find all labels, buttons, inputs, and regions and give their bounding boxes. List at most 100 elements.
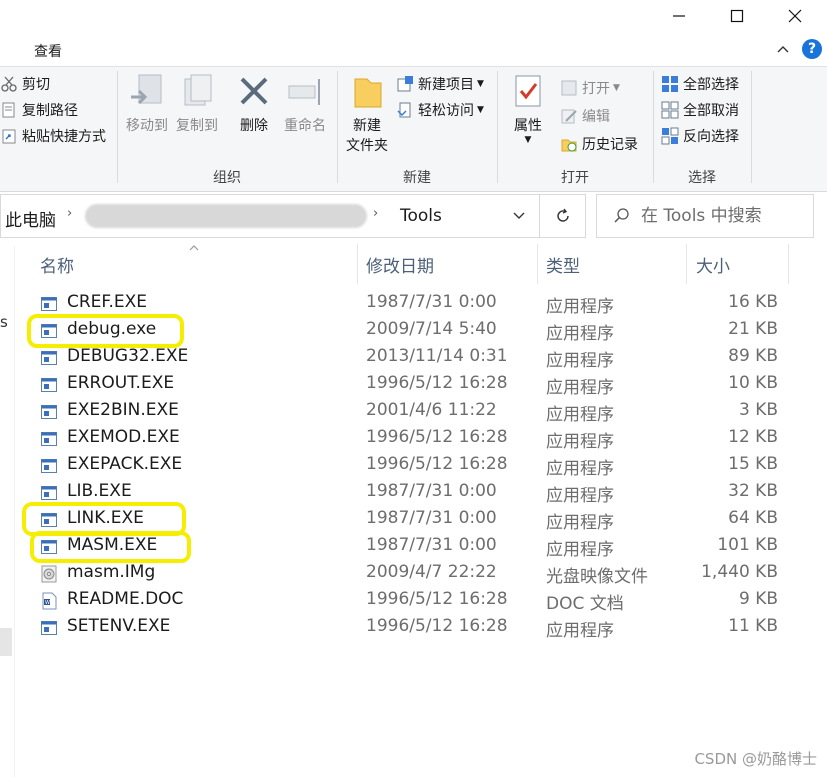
file-name: LIB.EXE: [67, 481, 132, 501]
group-label-organize: 组织: [213, 170, 241, 186]
address-bar[interactable]: 此电脑 › › Tools: [0, 194, 540, 238]
copy-path-icon: [2, 102, 15, 118]
file-size: 10 KB: [728, 373, 778, 393]
move-to-icon: [131, 74, 162, 105]
exe-icon: [40, 538, 58, 556]
exe-icon: [40, 484, 58, 502]
file-row[interactable]: EXEMOD.EXE 1996/5/12 16:28 应用程序 12 KB: [30, 425, 790, 452]
maximize-button[interactable]: [709, 0, 765, 32]
file-modified: 2013/11/14 0:31: [366, 346, 508, 366]
cut-button[interactable]: 剪切: [0, 73, 50, 95]
refresh-button[interactable]: [540, 194, 586, 238]
invert-selection-button[interactable]: 反向选择: [661, 125, 739, 147]
file-size: 64 KB: [728, 508, 778, 528]
exe-icon: [40, 457, 58, 475]
properties-button[interactable]: 属性 ▼: [505, 73, 551, 145]
file-row[interactable]: DEBUG32.EXE 2013/11/14 0:31 应用程序 89 KB: [30, 344, 790, 371]
column-header-modified[interactable]: 修改日期: [366, 252, 434, 277]
copy-path-button[interactable]: 复制路径: [0, 99, 78, 121]
history-button[interactable]: 历史记录: [560, 133, 638, 155]
file-row[interactable]: ERROUT.EXE 1996/5/12 16:28 应用程序 10 KB: [30, 371, 790, 398]
file-size: 101 KB: [717, 535, 778, 555]
select-all-icon: [662, 76, 678, 92]
select-none-button[interactable]: 全部取消: [661, 99, 739, 121]
file-type: DOC 文档: [546, 594, 624, 614]
close-button[interactable]: [767, 0, 823, 32]
properties-icon: [515, 75, 541, 107]
open-button[interactable]: 打开 ▼: [560, 77, 620, 99]
search-box[interactable]: [596, 194, 814, 238]
file-name: EXEMOD.EXE: [67, 427, 180, 447]
refresh-icon: [556, 208, 569, 222]
file-row[interactable]: EXEPACK.EXE 1996/5/12 16:28 应用程序 15 KB: [30, 452, 790, 479]
move-to-button[interactable]: 移动到: [122, 73, 172, 135]
file-size: 16 KB: [728, 292, 778, 312]
close-icon: [788, 9, 802, 23]
select-none-icon: [661, 101, 679, 119]
file-size: 9 KB: [738, 589, 778, 609]
exe-icon: [40, 403, 58, 421]
search-input[interactable]: [639, 205, 803, 227]
column-header-name[interactable]: 名称: [40, 252, 74, 277]
file-modified: 1996/5/12 16:28: [366, 589, 508, 609]
group-label-select: 选择: [688, 170, 716, 186]
file-row[interactable]: EXE2BIN.EXE 2001/4/6 11:22 应用程序 3 KB: [30, 398, 790, 425]
dropdown-arrow-icon: ▼: [524, 135, 532, 145]
scissors-icon: [1, 76, 17, 92]
nav-pane-selection: [0, 628, 12, 656]
file-row[interactable]: masm.IMg 2009/4/7 22:22 光盘映像文件 1,440 KB: [30, 560, 790, 587]
file-type: 应用程序: [546, 378, 614, 398]
breadcrumb-current[interactable]: Tools: [400, 206, 442, 226]
new-folder-button[interactable]: 新建 文件夹: [342, 73, 392, 155]
file-type: 应用程序: [546, 405, 614, 425]
nav-pane-fragment: s: [0, 313, 8, 331]
file-row[interactable]: MASM.EXE 1987/7/31 0:00 应用程序 101 KB: [30, 533, 790, 560]
copy-to-button[interactable]: 复制到: [172, 73, 222, 135]
file-row[interactable]: LIB.EXE 1987/7/31 0:00 应用程序 32 KB: [30, 479, 790, 506]
ribbon: 剪切 复制路径 粘贴快捷方式 移动到 复制到 删除 重命名 组织 新建 文件夹 …: [0, 66, 827, 192]
rename-button[interactable]: 重命名: [280, 73, 330, 135]
file-modified: 1987/7/31 0:00: [366, 481, 497, 501]
chevron-right-icon[interactable]: ›: [373, 206, 378, 221]
minimize-button[interactable]: [651, 0, 707, 32]
breadcrumb-this-pc[interactable]: 此电脑: [5, 206, 56, 231]
file-name: EXE2BIN.EXE: [67, 400, 179, 420]
help-icon[interactable]: ?: [802, 39, 822, 59]
file-type: 应用程序: [546, 324, 614, 344]
file-row[interactable]: SETENV.EXE 1996/5/12 16:28 应用程序 11 KB: [30, 614, 790, 641]
file-size: 1,440 KB: [701, 562, 778, 582]
new-folder-icon: [354, 78, 382, 108]
file-row[interactable]: debug.exe 2009/7/14 5:40 应用程序 21 KB: [30, 317, 790, 344]
watermark: CSDN @奶酪博士: [694, 750, 817, 768]
easy-access-icon: [397, 102, 411, 118]
exe-icon: [40, 349, 58, 367]
disc-image-icon: [40, 565, 58, 583]
chevron-right-icon[interactable]: ›: [67, 206, 72, 221]
delete-button[interactable]: 删除: [232, 73, 276, 135]
file-row[interactable]: LINK.EXE 1987/7/31 0:00 应用程序 64 KB: [30, 506, 790, 533]
file-modified: 2009/7/14 5:40: [366, 319, 497, 339]
file-name: ERROUT.EXE: [67, 373, 175, 393]
file-name: README.DOC: [67, 589, 184, 609]
tab-view[interactable]: 查看: [34, 41, 62, 61]
easy-access-button[interactable]: 轻松访问 ▼: [396, 99, 484, 121]
paste-shortcut-icon: [2, 129, 16, 144]
select-all-button[interactable]: 全部选择: [661, 73, 739, 95]
column-header-size[interactable]: 大小: [696, 252, 730, 277]
file-type: 应用程序: [546, 459, 614, 479]
file-row[interactable]: W README.DOC 1996/5/12 16:28 DOC 文档 9 KB: [30, 587, 790, 614]
paste-shortcut-button[interactable]: 粘贴快捷方式: [0, 125, 106, 147]
exe-icon: [40, 295, 58, 313]
file-modified: 2009/4/7 22:22: [366, 562, 497, 582]
file-row[interactable]: CREF.EXE 1987/7/31 0:00 应用程序 16 KB: [30, 290, 790, 317]
chevron-down-icon[interactable]: [776, 42, 790, 56]
file-modified: 1996/5/12 16:28: [366, 454, 508, 474]
new-item-button[interactable]: 新建项目 ▼: [396, 73, 484, 95]
chevron-down-icon[interactable]: [512, 211, 526, 221]
edit-button[interactable]: 编辑: [560, 105, 610, 127]
file-size: 32 KB: [728, 481, 778, 501]
history-icon: [561, 139, 577, 152]
exe-icon: [40, 619, 58, 637]
column-header-type[interactable]: 类型: [546, 252, 580, 277]
new-item-icon: [397, 76, 413, 92]
